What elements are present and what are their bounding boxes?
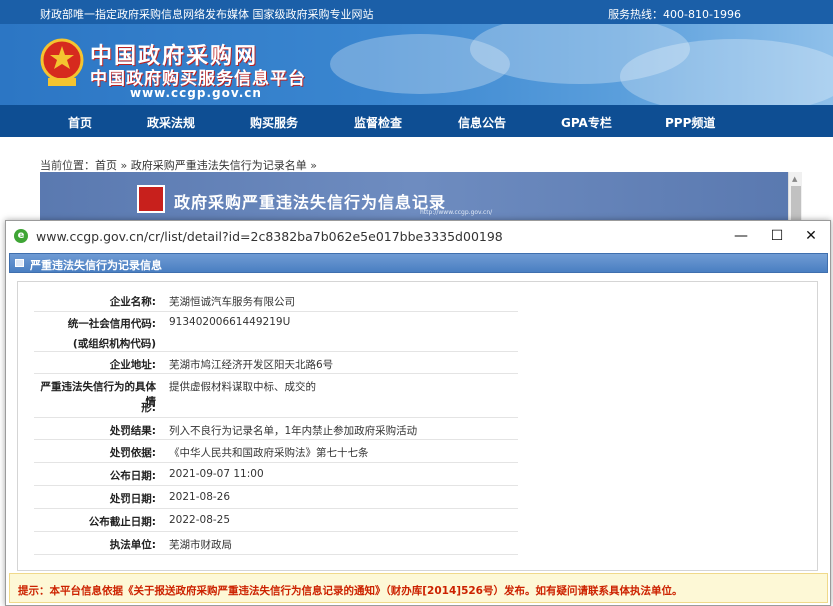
field-label: (或组织机构代码)	[72, 338, 156, 350]
field-label: 企业地址:	[109, 359, 156, 371]
field-label: 形:	[141, 402, 156, 414]
field-label: 处罚结果:	[109, 425, 156, 437]
detail-table: 企业名称: 芜湖恒诚汽车服务有限公司 统一社会信用代码: 91340200661…	[17, 281, 818, 571]
field-value: 提供虚假材料谋取中标、成交的	[169, 381, 316, 393]
page-scrollbar[interactable]: ▲	[788, 172, 802, 227]
breadcrumb-suffix: »	[306, 159, 317, 172]
field-label: 处罚日期:	[109, 493, 156, 505]
main-nav: 首页 政采法规 购买服务 监督检查 信息公告 GPA专栏 PPP频道	[0, 105, 833, 137]
field-label: 企业名称:	[109, 296, 156, 308]
field-value: 列入不良行为记录名单，1年内禁止参加政府采购活动	[169, 425, 418, 437]
table-row: 处罚依据: 《中华人民共和国政府采购法》第七十七条	[34, 440, 518, 463]
nav-item-supervision[interactable]: 监督检查	[354, 114, 402, 131]
field-value: 2022-08-25	[169, 514, 231, 526]
table-row: 严重违法失信行为的具体情 提供虚假材料谋取中标、成交的 形:	[34, 374, 518, 418]
breadcrumb-home-link[interactable]: 首页	[95, 159, 117, 172]
seal-icon	[137, 185, 165, 213]
field-label: 处罚依据:	[109, 447, 156, 459]
notice-bar: 提示：本平台信息依据《关于报送政府采购严重违法失信行为信息记录的通知》（财办库[…	[9, 573, 828, 603]
field-value: 91340200661449219U	[169, 316, 291, 328]
field-value: 芜湖市财政局	[169, 539, 232, 551]
field-label: 统一社会信用代码:	[67, 318, 156, 330]
minimize-button[interactable]: —	[726, 225, 756, 247]
nav-item-gpa[interactable]: GPA专栏	[561, 114, 612, 131]
list-icon	[15, 259, 24, 267]
browser-favicon-icon: e	[14, 229, 28, 243]
nav-item-regulations[interactable]: 政采法规	[147, 114, 195, 131]
field-label: 公布截止日期:	[88, 516, 156, 528]
detail-popup-window: e www.ccgp.gov.cn/cr/list/detail?id=2c83…	[5, 220, 831, 606]
field-value: 芜湖恒诚汽车服务有限公司	[169, 296, 295, 308]
scroll-up-arrow-icon[interactable]: ▲	[792, 175, 797, 183]
notice-text: 提示：本平台信息依据《关于报送政府采购严重违法失信行为信息记录的通知》（财办库[…	[18, 585, 683, 597]
breadcrumb: 当前位置：首页 » 政府采购严重违法失信行为记录名单 »	[40, 157, 317, 173]
service-hotline: 服务热线：400-810-1996	[608, 8, 741, 21]
nav-item-announcements[interactable]: 信息公告	[458, 114, 506, 131]
site-url: www.ccgp.gov.cn	[130, 86, 262, 100]
nav-item-home[interactable]: 首页	[68, 114, 92, 131]
breadcrumb-current-link[interactable]: 政府采购严重违法失信行为记录名单	[131, 159, 307, 172]
table-row: 处罚结果: 列入不良行为记录名单，1年内禁止参加政府采购活动	[34, 418, 518, 440]
table-row: 企业名称: 芜湖恒诚汽车服务有限公司	[34, 290, 518, 312]
table-row: 公布截止日期: 2022-08-25	[34, 509, 518, 532]
site-slogan: 财政部唯一指定政府采购信息网络发布媒体 国家级政府采购专业网站	[40, 8, 374, 21]
table-row: 公布日期: 2021-09-07 11:00	[34, 463, 518, 486]
national-emblem-icon	[40, 38, 84, 86]
field-label: 公布日期:	[109, 470, 156, 482]
maximize-button[interactable]: ☐	[762, 225, 792, 247]
field-value: 芜湖市鸠江经济开发区阳天北路6号	[169, 359, 334, 371]
table-row: 企业地址: 芜湖市鸠江经济开发区阳天北路6号	[34, 352, 518, 374]
popup-url: www.ccgp.gov.cn/cr/list/detail?id=2c8382…	[36, 229, 503, 244]
top-info-bar: 财政部唯一指定政府采购信息网络发布媒体 国家级政府采购专业网站 服务热线：400…	[0, 0, 833, 24]
table-row: 处罚日期: 2021-08-26	[34, 486, 518, 509]
table-row: 执法单位: 芜湖市财政局	[34, 532, 518, 555]
nav-item-ppp[interactable]: PPP频道	[665, 114, 715, 131]
breadcrumb-prefix: 当前位置：	[40, 159, 95, 172]
breadcrumb-separator: »	[117, 159, 131, 172]
section-header: 严重违法失信行为记录信息	[9, 253, 828, 273]
record-banner-url: http://www.ccgp.gov.cn/	[420, 209, 493, 216]
field-label: 执法单位:	[109, 539, 156, 551]
close-button[interactable]: ✕	[796, 225, 826, 247]
section-title: 严重违法失信行为记录信息	[30, 259, 162, 272]
site-header: 中国政府采购网 中国政府购买服务信息平台 www.ccgp.gov.cn	[0, 24, 833, 105]
popup-titlebar: e www.ccgp.gov.cn/cr/list/detail?id=2c83…	[6, 221, 830, 251]
record-banner-title: 政府采购严重违法失信行为信息记录	[174, 193, 447, 212]
field-value: 2021-08-26	[169, 491, 231, 503]
nav-item-purchase-services[interactable]: 购买服务	[250, 114, 298, 131]
field-value: 《中华人民共和国政府采购法》第七十七条	[169, 447, 369, 459]
table-row: 统一社会信用代码: 91340200661449219U (或组织机构代码)	[34, 312, 518, 352]
record-banner: 政府采购严重违法失信行为信息记录 http://www.ccgp.gov.cn/	[40, 172, 788, 227]
field-value: 2021-09-07 11:00	[169, 468, 264, 480]
